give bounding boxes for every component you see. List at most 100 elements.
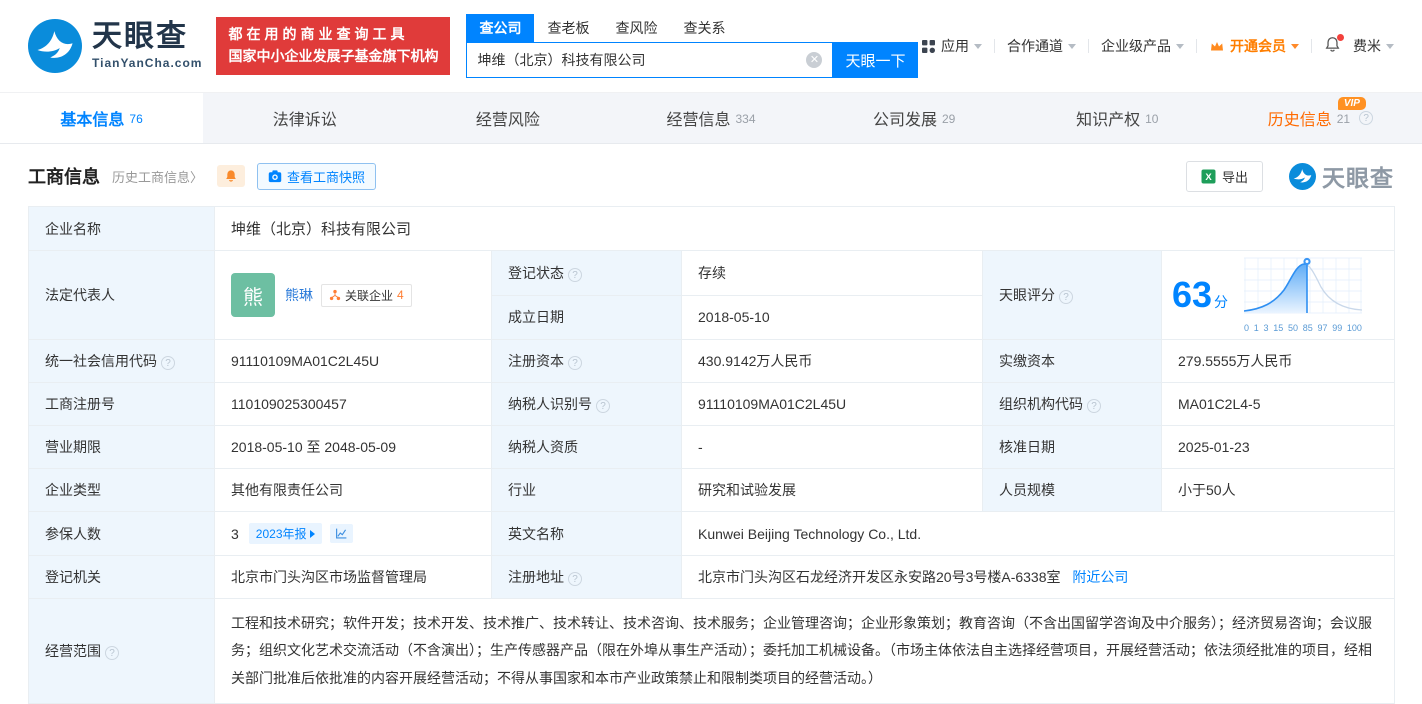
search-tab-relation[interactable]: 查关系: [670, 14, 738, 42]
established-label: 成立日期: [492, 295, 682, 340]
search-tabs: 查公司 查老板 查风险 查关系: [466, 14, 918, 42]
insured-count-label: 参保人数: [29, 512, 215, 556]
tab-label: 经营信息: [666, 106, 730, 130]
approval-date-label: 核准日期: [983, 426, 1162, 469]
approval-date-value: 2025-01-23: [1162, 426, 1395, 469]
avatar[interactable]: 熊: [231, 273, 275, 317]
staff-size-label: 人员规模: [983, 469, 1162, 512]
brand-name: 天眼查: [92, 22, 202, 52]
tab-risk[interactable]: 经营风险: [406, 93, 609, 143]
nav-vip-label: 开通会员: [1230, 36, 1286, 56]
search-tab-boss[interactable]: 查老板: [534, 14, 602, 42]
address-cell: 北京市门头沟区石龙经济开发区永安路20号3号楼A-6338室 附近公司: [682, 556, 1395, 599]
view-business-snapshot-button[interactable]: 查看工商快照: [257, 163, 376, 190]
trend-chart-icon: [335, 527, 348, 540]
business-info-table: 企业名称 坤维（北京）科技有限公司 法定代表人 熊 熊琳 关联企业 4: [28, 206, 1395, 704]
company-name-label: 企业名称: [29, 207, 215, 251]
help-icon[interactable]: ?: [1359, 111, 1373, 125]
taxpayer-id-label: 纳税人识别号?: [492, 383, 682, 426]
monitor-bell-button[interactable]: [217, 165, 245, 187]
chevron-down-icon: [1176, 44, 1184, 49]
tab-label: 公司发展: [873, 106, 937, 130]
business-term-value: 2018-05-10 至 2048-05-09: [215, 426, 492, 469]
reg-number-label: 工商注册号: [29, 383, 215, 426]
search-tab-risk[interactable]: 查风险: [602, 14, 670, 42]
tab-ip[interactable]: 知识产权 10: [1016, 93, 1219, 143]
camera-icon: [268, 170, 282, 183]
tab-count: 334: [735, 112, 755, 126]
help-icon[interactable]: ?: [568, 356, 582, 370]
table-row: 经营范围? 工程和技术研究；软件开发；技术开发、技术推广、技术转让、技术咨询、技…: [29, 599, 1395, 704]
table-row: 企业类型 其他有限责任公司 行业 研究和试验发展 人员规模 小于50人: [29, 469, 1395, 512]
grid-icon: [921, 39, 936, 54]
help-icon[interactable]: ?: [1059, 290, 1073, 304]
nav-user[interactable]: 费米: [1353, 36, 1394, 56]
help-icon[interactable]: ?: [568, 572, 582, 586]
business-scope-value: 工程和技术研究；软件开发；技术开发、技术推广、技术转让、技术咨询、技术服务；企业…: [215, 599, 1395, 704]
score-value: 63: [1172, 274, 1212, 315]
related-count: 4: [397, 288, 404, 302]
registry-label: 登记机关: [29, 556, 215, 599]
help-icon[interactable]: ?: [596, 399, 610, 413]
tab-label: 知识产权: [1076, 106, 1140, 130]
help-icon[interactable]: ?: [568, 268, 582, 282]
trend-chart-button[interactable]: [330, 524, 353, 543]
nav-enterprise[interactable]: 企业级产品: [1101, 36, 1184, 56]
chevron-down-icon: [1386, 44, 1394, 49]
tab-operation[interactable]: 经营信息 334: [609, 93, 812, 143]
help-icon[interactable]: ?: [1087, 399, 1101, 413]
annual-report-badge[interactable]: 2023年报: [249, 523, 322, 544]
org-code-label: 组织机构代码?: [983, 383, 1162, 426]
related-companies-badge[interactable]: 关联企业 4: [321, 284, 412, 307]
tab-label: 基本信息: [60, 106, 124, 130]
tab-basic-info[interactable]: 基本信息 76: [0, 93, 203, 143]
address-value: 北京市门头沟区石龙经济开发区永安路20号3号楼A-6338室: [698, 569, 1061, 585]
score-axis-labels: 0131550859799100: [1244, 323, 1362, 333]
table-row: 法定代表人 熊 熊琳 关联企业 4 登记状态? 存续: [29, 251, 1395, 296]
tab-legal[interactable]: 法律诉讼: [203, 93, 406, 143]
history-business-info-link[interactable]: 历史工商信息〉: [112, 167, 203, 186]
bell-icon: [224, 169, 238, 183]
slogan-line1: 都在用的商业查询工具: [228, 24, 438, 46]
export-button[interactable]: X 导出: [1186, 161, 1263, 192]
legal-rep-name-link[interactable]: 熊琳: [285, 285, 313, 305]
table-row: 工商注册号 110109025300457 纳税人识别号? 91110109MA…: [29, 383, 1395, 426]
search-input[interactable]: [466, 42, 832, 78]
search-area: 查公司 查老板 查风险 查关系 ✕ 天眼一下: [466, 14, 918, 78]
nav-partner-label: 合作通道: [1007, 36, 1063, 56]
nav-vip[interactable]: 开通会员: [1209, 36, 1299, 56]
notification-dot: [1337, 34, 1344, 41]
paidin-capital-value: 279.5555万人民币: [1162, 340, 1395, 383]
nav-partner[interactable]: 合作通道: [1007, 36, 1076, 56]
search-button[interactable]: 天眼一下: [832, 42, 918, 78]
tianyancha-logo[interactable]: 天眼查 TianYanCha.com: [28, 19, 202, 73]
search-tab-company[interactable]: 查公司: [466, 14, 534, 42]
credit-code-value: 91110109MA01C2L45U: [215, 340, 492, 383]
tab-label: 法律诉讼: [273, 106, 337, 130]
nav-apps[interactable]: 应用: [921, 36, 982, 56]
export-button-label: 导出: [1222, 167, 1248, 186]
tab-count: 29: [942, 112, 955, 126]
chevron-down-icon: [1291, 44, 1299, 49]
tab-history[interactable]: VIP 历史信息 21 ?: [1219, 93, 1422, 143]
brand-domain: TianYanCha.com: [92, 56, 202, 70]
divider: [1311, 39, 1312, 53]
annual-report-label: 2023年报: [256, 525, 307, 542]
chevron-right-icon: [310, 530, 315, 538]
notifications-bell[interactable]: [1324, 36, 1341, 56]
tab-development[interactable]: 公司发展 29: [813, 93, 1016, 143]
table-row: 参保人数 3 2023年报 英文名称 Kunwei Beijing Techno…: [29, 512, 1395, 556]
company-tabbar: 基本信息 76 法律诉讼 经营风险 经营信息 334 公司发展 29 知识产权 …: [0, 92, 1422, 144]
table-row: 登记机关 北京市门头沟区市场监督管理局 注册地址? 北京市门头沟区石龙经济开发区…: [29, 556, 1395, 599]
table-row: 营业期限 2018-05-10 至 2048-05-09 纳税人资质 - 核准日…: [29, 426, 1395, 469]
logo-swirl-icon: [28, 19, 82, 73]
taxpayer-quality-value: -: [682, 426, 983, 469]
registered-capital-value: 430.9142万人民币: [682, 340, 983, 383]
table-row: 企业名称 坤维（北京）科技有限公司: [29, 207, 1395, 251]
help-icon[interactable]: ?: [105, 646, 119, 660]
business-scope-label: 经营范围?: [29, 599, 215, 704]
company-name-value: 坤维（北京）科技有限公司: [215, 207, 1395, 251]
help-icon[interactable]: ?: [161, 356, 175, 370]
credit-code-label: 统一社会信用代码?: [29, 340, 215, 383]
nearby-companies-link[interactable]: 附近公司: [1072, 569, 1128, 585]
